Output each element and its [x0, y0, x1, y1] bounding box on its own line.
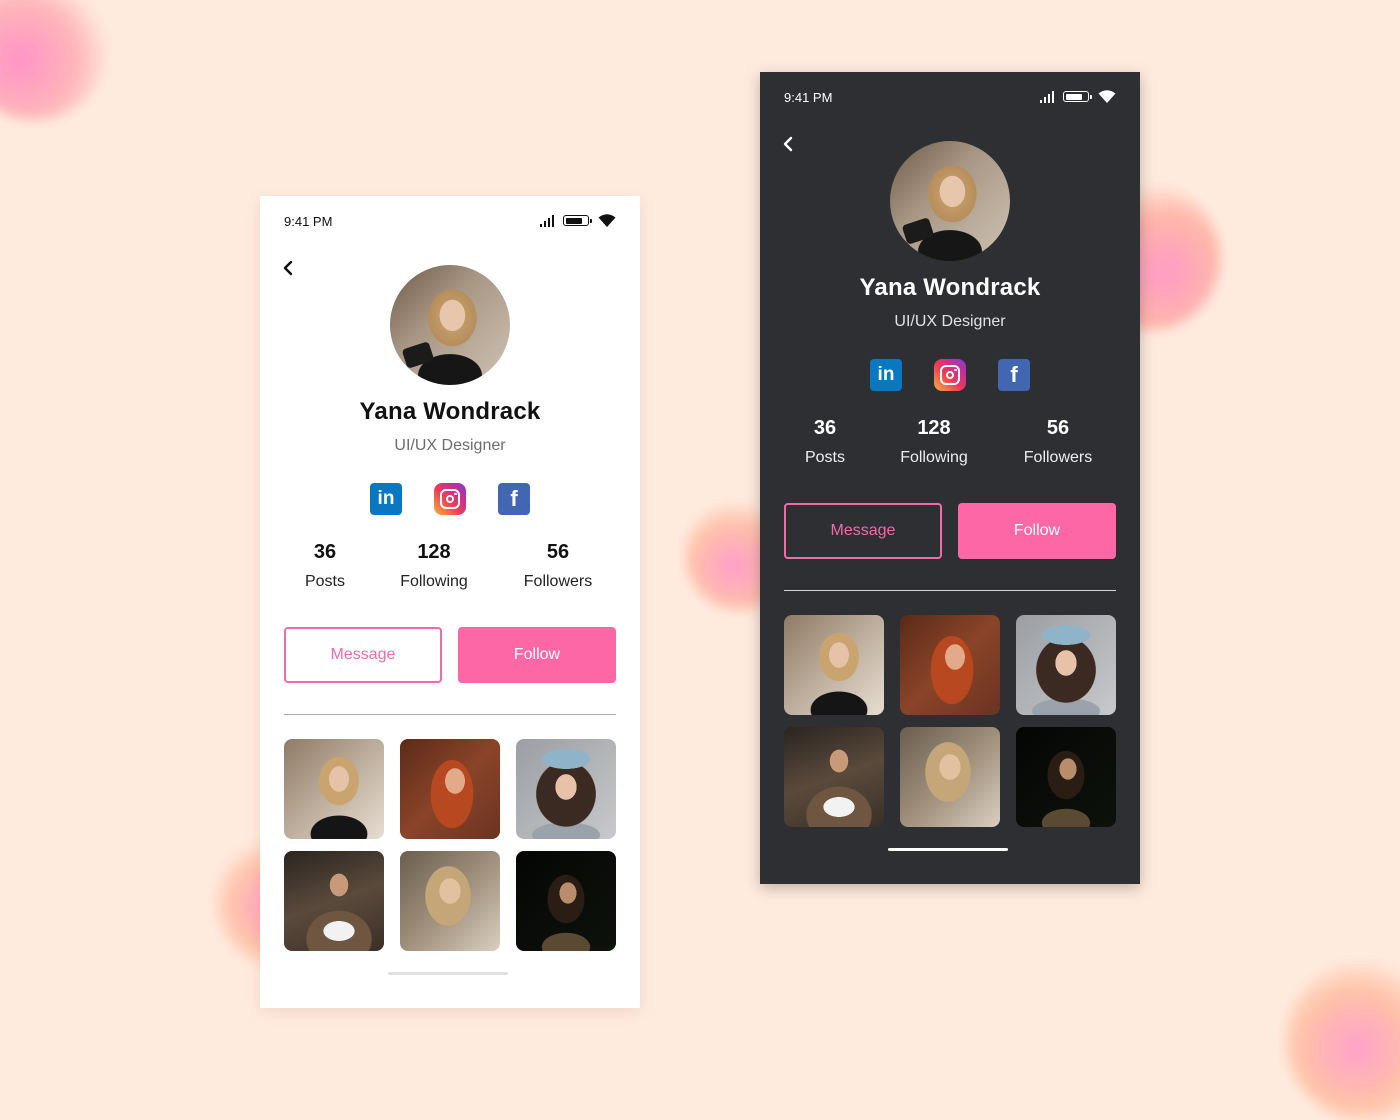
- message-button[interactable]: Message: [284, 627, 442, 683]
- avatar: [390, 265, 510, 385]
- linkedin-icon[interactable]: in: [370, 483, 402, 515]
- status-time: 9:41 PM: [784, 90, 833, 105]
- follow-button[interactable]: Follow: [458, 627, 616, 683]
- linkedin-icon[interactable]: in: [870, 359, 902, 391]
- signal-icon: [540, 214, 554, 227]
- home-indicator: [888, 848, 1008, 851]
- stat-value: 36: [313, 541, 337, 563]
- profile-screen-dark: 9:41 PM Yana Wondrack UI/UX Designer in …: [760, 72, 1140, 884]
- home-indicator: [388, 972, 508, 975]
- stat-followers[interactable]: 56 Followers: [498, 541, 618, 591]
- stat-label: Followers: [523, 573, 593, 590]
- stat-posts[interactable]: 36 Posts: [265, 541, 385, 591]
- battery-icon: [1063, 91, 1092, 102]
- photo-thumbnail[interactable]: [400, 739, 500, 839]
- status-time: 9:41 PM: [284, 214, 333, 229]
- decorative-blob: [0, 0, 110, 120]
- stat-label: Following: [400, 573, 468, 590]
- follow-button[interactable]: Follow: [958, 503, 1116, 559]
- facebook-icon[interactable]: f: [998, 359, 1030, 391]
- signal-icon: [1040, 90, 1054, 103]
- wifi-icon: [1098, 90, 1116, 103]
- wifi-icon: [598, 214, 616, 227]
- camera-in-photo: [901, 217, 935, 245]
- photo-thumbnail[interactable]: [516, 851, 616, 951]
- battery-icon: [563, 215, 592, 226]
- avatar: [890, 141, 1010, 261]
- camera-in-photo: [401, 341, 435, 369]
- decorative-blob: [1285, 960, 1400, 1120]
- stat-followers[interactable]: 56 Followers: [998, 417, 1118, 467]
- photo-thumbnail[interactable]: [516, 739, 616, 839]
- status-icons: [540, 214, 616, 227]
- status-icons: [1040, 90, 1116, 103]
- stat-label: Followers: [1023, 449, 1093, 466]
- profile-screen-light: 9:41 PM Yana Wondrack UI/UX Designer in …: [260, 196, 640, 1008]
- photo-thumbnail[interactable]: [900, 727, 1000, 827]
- profile-name: Yana Wondrack: [359, 398, 541, 425]
- stat-value: 56: [1046, 417, 1070, 439]
- stat-value: 56: [546, 541, 570, 563]
- divider: [784, 590, 1116, 591]
- photo-thumbnail[interactable]: [900, 615, 1000, 715]
- photo-thumbnail[interactable]: [284, 739, 384, 839]
- stat-value: 128: [417, 541, 451, 563]
- facebook-icon[interactable]: f: [498, 483, 530, 515]
- photo-thumbnail[interactable]: [784, 615, 884, 715]
- stat-label: Posts: [804, 449, 845, 466]
- photo-thumbnail[interactable]: [1016, 615, 1116, 715]
- photo-thumbnail[interactable]: [1016, 727, 1116, 827]
- divider: [284, 714, 616, 715]
- stat-value: 36: [813, 417, 837, 439]
- back-icon[interactable]: [780, 135, 798, 153]
- stat-value: 128: [917, 417, 951, 439]
- photo-thumbnail[interactable]: [400, 851, 500, 951]
- back-icon[interactable]: [280, 259, 298, 277]
- photo-grid: [284, 739, 616, 951]
- photo-thumbnail[interactable]: [284, 851, 384, 951]
- stat-following[interactable]: 128 Following: [374, 541, 494, 591]
- social-links: in f: [370, 483, 530, 515]
- profile-role: UI/UX Designer: [894, 313, 1006, 330]
- profile-name: Yana Wondrack: [859, 274, 1041, 301]
- photo-thumbnail[interactable]: [784, 727, 884, 827]
- photo-grid: [784, 615, 1116, 827]
- message-button[interactable]: Message: [784, 503, 942, 559]
- stat-label: Following: [900, 449, 968, 466]
- stat-following[interactable]: 128 Following: [874, 417, 994, 467]
- stat-posts[interactable]: 36 Posts: [765, 417, 885, 467]
- instagram-icon[interactable]: [934, 359, 966, 391]
- stat-label: Posts: [304, 573, 345, 590]
- social-links: in f: [870, 359, 1030, 391]
- profile-role: UI/UX Designer: [394, 437, 506, 454]
- instagram-icon[interactable]: [434, 483, 466, 515]
